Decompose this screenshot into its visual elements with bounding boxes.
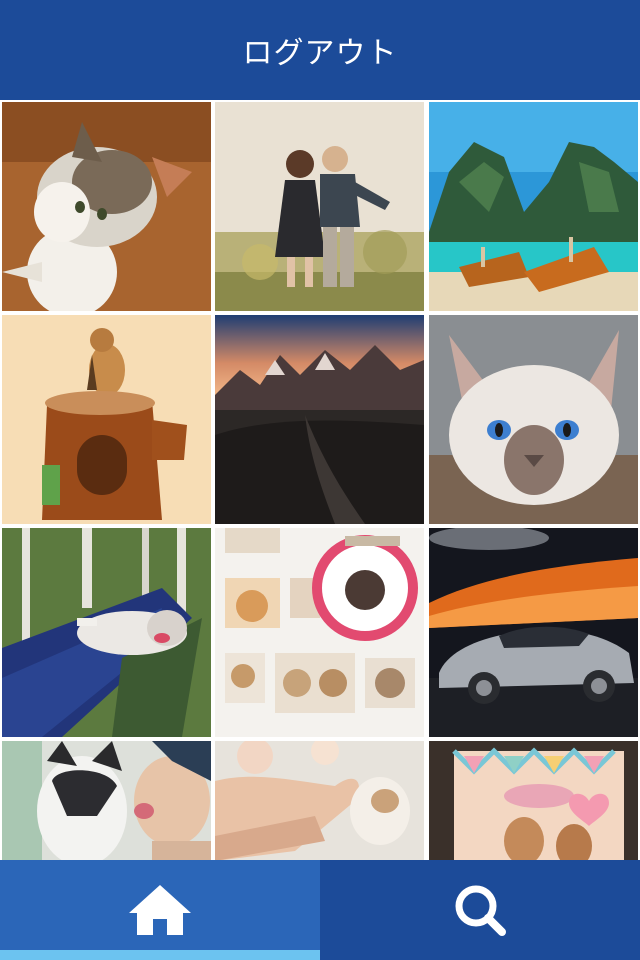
photo-children bbox=[215, 102, 424, 311]
photo-tile[interactable] bbox=[429, 741, 638, 860]
photo-tile[interactable] bbox=[429, 315, 638, 524]
photo-tile[interactable] bbox=[429, 102, 638, 311]
photo-tropical-beach bbox=[429, 102, 638, 311]
logout-button[interactable]: ログアウト bbox=[243, 28, 398, 72]
home-icon bbox=[129, 885, 191, 935]
active-tab-indicator bbox=[0, 950, 320, 960]
photo-siamese-cat bbox=[429, 315, 638, 524]
photo-tile[interactable] bbox=[429, 528, 638, 737]
photo-tile[interactable] bbox=[2, 741, 211, 860]
search-icon bbox=[455, 885, 506, 936]
photo-husky-kiss bbox=[2, 741, 211, 860]
photo-tile[interactable] bbox=[215, 741, 424, 860]
tab-home[interactable] bbox=[0, 860, 320, 960]
photo-tile[interactable] bbox=[215, 315, 424, 524]
photo-calico-cat bbox=[2, 102, 211, 311]
photo-husky-hammock bbox=[2, 528, 211, 737]
photo-tile[interactable] bbox=[2, 315, 211, 524]
photo-hamster-hand bbox=[215, 741, 424, 860]
photo-tile[interactable] bbox=[2, 102, 211, 311]
photo-mountain-dunes bbox=[215, 315, 424, 524]
tab-search[interactable] bbox=[320, 860, 640, 960]
photo-catalog-page bbox=[215, 528, 424, 737]
photo-tile[interactable] bbox=[215, 102, 424, 311]
photo-tile[interactable] bbox=[2, 528, 211, 737]
photo-chipmunks-party bbox=[429, 741, 638, 860]
photo-tile[interactable] bbox=[215, 528, 424, 737]
photo-chipmunk-stump bbox=[2, 315, 211, 524]
bottom-tab-bar bbox=[0, 860, 640, 960]
top-bar: ログアウト bbox=[0, 0, 640, 100]
photo-grid bbox=[0, 100, 640, 860]
photo-silver-car bbox=[429, 528, 638, 737]
